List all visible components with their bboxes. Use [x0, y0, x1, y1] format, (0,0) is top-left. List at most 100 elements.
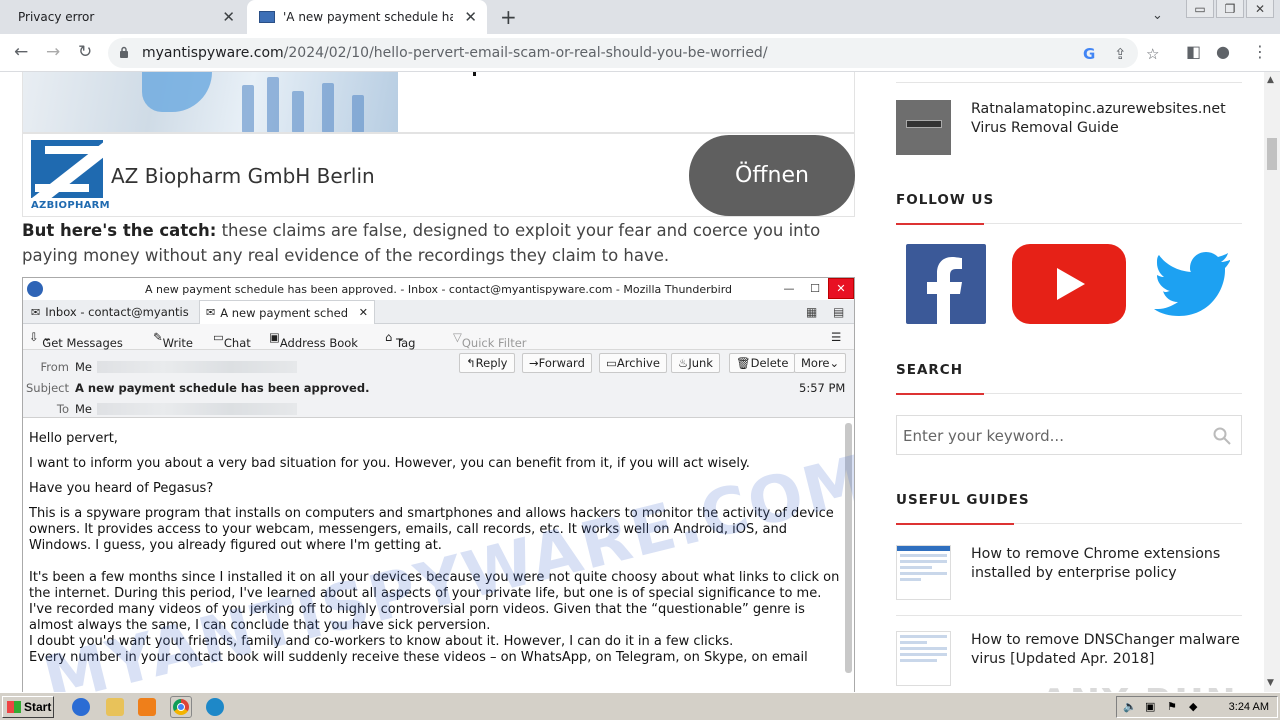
start-label: Start [24, 700, 52, 714]
guide-title-link[interactable]: How to remove Chrome extensions installe… [971, 545, 1246, 583]
tb-tab-label: A new payment sched [220, 305, 349, 320]
new-tab-plus-icon[interactable]: + [500, 5, 517, 29]
calendar-icon: ▦ [806, 305, 818, 319]
window-controls: ▭ ❐ ✕ [1184, 0, 1274, 18]
subject-value: A new payment schedule has been approved… [75, 381, 370, 395]
network-icon[interactable]: ▣ [1145, 700, 1155, 713]
tab-search-chevron-icon[interactable]: ⌄ [1152, 8, 1163, 23]
ad-title[interactable]: AZ Biopharm GmbH Berlin [111, 164, 375, 188]
quick-filter-button: ▽ Quick Filter [453, 330, 527, 350]
tab-payment-schedule[interactable]: 'A new payment schedule has been a ✕ [247, 0, 487, 34]
follow-us-heading: FOLLOW US [896, 192, 995, 208]
delete-button: 🗑 Delete [729, 353, 796, 373]
subject-label: Subject [26, 381, 69, 395]
post-thumbnail [896, 100, 951, 155]
envelope-icon: ✉ [206, 306, 216, 319]
body-line: Every number in your contact book will s… [29, 650, 808, 665]
bookmark-star-icon[interactable]: ☆ [1146, 45, 1159, 63]
page-favicon-icon [259, 11, 275, 23]
flag-icon[interactable]: ⚑ [1167, 700, 1177, 713]
edge-icon[interactable] [206, 698, 224, 716]
tb-titlebar: A new payment schedule has been approved… [23, 278, 854, 300]
ie-icon[interactable] [72, 698, 90, 716]
folder-icon[interactable] [106, 698, 124, 716]
post-title-link[interactable]: Ratnalamatopinc.azurewebsites.net Virus … [971, 100, 1246, 138]
body-line: Hello pervert, [29, 431, 118, 446]
useful-guides-heading: USEFUL GUIDES [896, 492, 1030, 508]
archive-button: ▭ Archive [599, 353, 667, 373]
system-tray: 🔈 ▣ ⚑ ◆ 3:24 AM [1116, 696, 1278, 718]
logo-text: AZBIOPHARM [31, 200, 110, 211]
tb-message-body: Hello pervert, I want to inform you abou… [23, 419, 854, 692]
profile-avatar-icon[interactable]: ● [1216, 42, 1230, 61]
share-icon[interactable]: ⇪ [1114, 45, 1127, 63]
facebook-icon[interactable] [906, 244, 986, 324]
thunderbird-screenshot: A new payment schedule has been approved… [22, 277, 855, 692]
guide-thumbnail [896, 545, 951, 600]
google-translate-icon[interactable]: G [1083, 45, 1095, 63]
from-value: Me [75, 360, 92, 374]
clock[interactable]: 3:24 AM [1229, 701, 1269, 713]
guide-title-link[interactable]: How to remove DNSChanger malware virus [… [971, 631, 1246, 669]
anyrun-watermark: ANY RUN [1040, 682, 1238, 692]
write-button: ✎ Write [153, 330, 194, 350]
url-host: myantispyware.com [142, 45, 284, 61]
windows-taskbar: Start 🔈 ▣ ⚑ ◆ 3:24 AM [0, 692, 1280, 720]
close-icon[interactable]: ✕ [222, 8, 235, 26]
page-scrollbar[interactable]: ▲ ▼ [1264, 72, 1280, 692]
twitter-icon[interactable] [1154, 252, 1230, 316]
back-arrow-icon[interactable]: ← [14, 42, 28, 62]
get-messages-button: ⇩ Get Messages ⌄ [29, 330, 123, 350]
search-icon[interactable] [1213, 427, 1231, 445]
ad-open-button[interactable]: Öffnen [689, 135, 855, 216]
address-bar[interactable]: myantispyware.com/2024/02/10/hello-perve… [108, 38, 1159, 68]
reload-icon[interactable]: ↻ [78, 42, 92, 62]
close-icon: ✕ [828, 278, 854, 299]
chrome-taskbar-button[interactable] [170, 696, 192, 718]
forward-arrow-icon[interactable]: → [46, 42, 60, 62]
tab-title: 'A new payment schedule has been a [283, 10, 453, 24]
tab-privacy-error[interactable]: Privacy error ✕ [0, 0, 245, 34]
more-button: More ⌄ [794, 353, 847, 373]
redacted-email [97, 361, 297, 373]
redacted-email [97, 403, 297, 415]
search-field[interactable]: Enter your keyword... [896, 415, 1242, 455]
volume-icon[interactable]: 🔈 [1123, 700, 1137, 713]
scroll-up-icon[interactable]: ▲ [1267, 75, 1274, 85]
guide-thumbnail [896, 631, 951, 686]
windows-flag-icon [7, 701, 21, 713]
advertisement-banner[interactable]: AZBIOPHARM AZ Biopharm GmbH Berlin Öffne… [22, 133, 855, 217]
security-icon[interactable]: ◆ [1189, 700, 1197, 713]
side-panel-icon[interactable]: ◧ [1186, 42, 1201, 61]
message-time: 5:57 PM [799, 381, 846, 395]
youtube-icon[interactable] [1012, 244, 1126, 324]
media-player-icon[interactable] [138, 698, 156, 716]
tb-tabs: ✉ Inbox - contact@myantis ✉ A new payment … [23, 300, 854, 324]
search-placeholder: Enter your keyword... [903, 427, 1064, 445]
url-text: myantispyware.com/2024/02/10/hello-perve… [142, 45, 768, 61]
body-line: I doubt you'd want your friends, family … [29, 634, 734, 649]
menu-kebab-icon[interactable]: ⋮ [1252, 42, 1268, 61]
restore-icon[interactable]: ❐ [1216, 0, 1244, 18]
tb-toolbar: ⇩ Get Messages ⌄ ✎ Write ▭ Chat ▣ Addres… [23, 324, 854, 350]
tb-tab-label: Inbox - contact@myantis [45, 305, 189, 319]
tb-tab-message: ✉ A new payment sched ✕ [199, 300, 375, 324]
address-book-button: ▣ Address Book [269, 330, 358, 350]
close-icon[interactable]: ✕ [464, 8, 477, 26]
close-window-icon[interactable]: ✕ [1246, 0, 1274, 18]
browser-tab-strip: Privacy error ✕ 'A new payment schedule … [0, 0, 1280, 34]
web-page: AZBIOPHARM AZ Biopharm GmbH Berlin Öffne… [0, 72, 1264, 692]
search-heading: SEARCH [896, 362, 963, 378]
scroll-down-icon[interactable]: ▼ [1267, 678, 1274, 688]
url-path: /2024/02/10/hello-pervert-email-scam-or-… [283, 45, 768, 61]
to-label: To [56, 402, 69, 416]
reply-button: ↰ Reply [459, 353, 515, 373]
close-icon: ✕ [358, 306, 368, 319]
tasks-icon: ▤ [833, 305, 845, 319]
scroll-thumb[interactable] [1267, 138, 1277, 170]
az-biopharm-logo: AZBIOPHARM [31, 140, 110, 214]
start-button[interactable]: Start [2, 696, 54, 718]
body-line: Have you heard of Pegasus? [29, 481, 214, 496]
minimize-icon[interactable]: ▭ [1186, 0, 1214, 18]
article-paragraph: But here's the catch: these claims are f… [22, 218, 862, 268]
